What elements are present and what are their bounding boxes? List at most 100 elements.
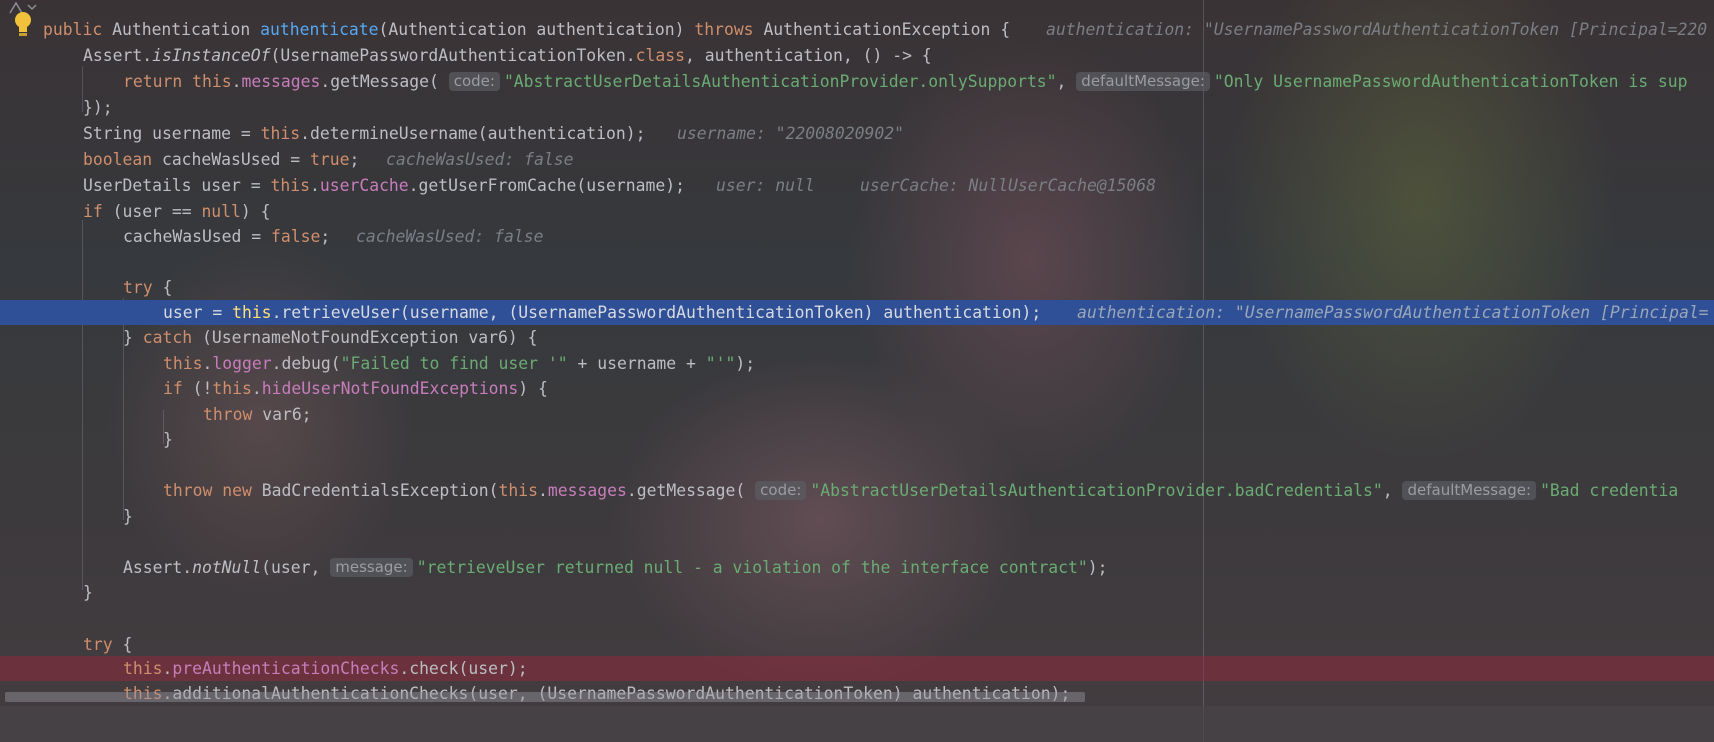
code-text: (Authentication authentication) xyxy=(378,20,685,39)
code-line-7[interactable]: UserDetails user = this.userCache.getUse… xyxy=(0,173,1714,198)
code-text: .check(user); xyxy=(399,659,528,678)
code-text: (user, xyxy=(261,558,321,577)
code-line-19[interactable]: Assert.notNull(user, message: "retrieveUs… xyxy=(0,555,1714,580)
keyword: false xyxy=(271,227,321,246)
code-text: }); xyxy=(83,98,113,117)
code-line-12[interactable]: } catch (UsernameNotFoundException var6)… xyxy=(0,325,1714,350)
keyword: null xyxy=(201,202,241,221)
code-text: ); xyxy=(1087,558,1108,577)
keyword: true xyxy=(309,150,350,169)
field-name: messages xyxy=(241,72,321,91)
keyword: new xyxy=(222,481,252,500)
code-line-4[interactable]: }); xyxy=(0,95,1714,120)
execution-point-line[interactable]: user = this.retrieveUser(username, (User… xyxy=(0,300,1714,325)
code-text: (UsernamePasswordAuthenticationToken. xyxy=(270,46,636,65)
code-line-21[interactable]: try { xyxy=(0,632,1714,657)
code-text: , xyxy=(1382,481,1393,500)
code-text: .getUserFromCache(username); xyxy=(408,176,685,195)
code-text: String username = xyxy=(83,124,261,143)
code-text: .debug( xyxy=(271,354,341,373)
code-line-6[interactable]: boolean cacheWasUsed = true; cacheWasUse… xyxy=(0,147,1714,172)
code-text: var6; xyxy=(252,405,312,424)
string-literal: "Only UsernamePasswordAuthenticationToke… xyxy=(1213,72,1688,91)
string-literal: "Bad credentia xyxy=(1540,481,1679,500)
code-line-2[interactable]: Assert.isInstanceOf(UsernamePasswordAuth… xyxy=(0,43,1714,68)
param-hint: defaultMessage: xyxy=(1076,72,1210,91)
bottom-panel-strip xyxy=(0,706,1714,742)
code-text: . xyxy=(538,481,548,500)
code-text: } xyxy=(123,328,143,347)
code-text: user = xyxy=(163,303,233,322)
code-text: .getMessage( xyxy=(626,481,746,500)
code-text: (UsernameNotFoundException var6) { xyxy=(192,328,538,347)
string-literal: "AbstractUserDetailsAuthenticationProvid… xyxy=(810,481,1383,500)
keyword: catch xyxy=(142,328,193,347)
inline-debug-value: cacheWasUsed: false xyxy=(386,150,574,169)
code-text: . xyxy=(251,379,262,398)
code-text: ) { xyxy=(240,202,271,221)
inline-debug-value: userCache: NullUserCache@15068 xyxy=(860,176,1157,195)
keyword: this xyxy=(212,379,252,398)
code-line-10[interactable]: try { xyxy=(0,275,1714,300)
code-line-14[interactable]: if (!this.hideUserNotFoundExceptions) { xyxy=(0,376,1714,401)
keyword: if xyxy=(163,379,183,398)
code-text: UserDetails user = xyxy=(83,176,271,195)
code-line-9[interactable]: cacheWasUsed = false; cacheWasUsed: fals… xyxy=(0,224,1714,249)
code-text: } xyxy=(123,507,133,526)
code-text: .retrieveUser(username, (UsernamePasswor… xyxy=(271,303,1042,322)
code-line-17[interactable]: throw new BadCredentialsException(this.m… xyxy=(0,478,1714,503)
method-name: notNull xyxy=(192,558,262,577)
keyword: throw xyxy=(203,405,253,424)
code-text: { xyxy=(152,278,173,297)
inline-debug-value: username: "22008020902" xyxy=(677,124,904,143)
keyword: return xyxy=(123,72,183,91)
code-text: . xyxy=(202,354,213,373)
param-hint: code: xyxy=(755,481,807,500)
code-line-16[interactable]: } xyxy=(0,427,1714,452)
keyword: class xyxy=(635,46,685,65)
code-text: ; xyxy=(349,150,360,169)
code-line-20[interactable]: } xyxy=(0,580,1714,605)
highlighted-error-line[interactable]: this.preAuthenticationChecks.check(user)… xyxy=(0,656,1714,681)
keyword: this xyxy=(498,481,539,500)
method-name: isInstanceOf xyxy=(152,46,271,65)
keyword: this xyxy=(232,303,272,322)
code-text: + username + xyxy=(567,354,706,373)
horizontal-scrollbar[interactable] xyxy=(5,692,1085,702)
param-hint: defaultMessage: xyxy=(1402,481,1537,500)
code-line-13[interactable]: this.logger.debug("Failed to find user '… xyxy=(0,351,1714,376)
code-text: BadCredentialsException( xyxy=(261,481,499,500)
code-line-18[interactable]: } xyxy=(0,504,1714,529)
string-literal: "'" xyxy=(705,354,736,373)
code-line-15[interactable]: throw var6; xyxy=(0,402,1714,427)
inline-debug-value: cacheWasUsed: false xyxy=(356,227,544,246)
code-text: . xyxy=(309,176,320,195)
field-name: logger xyxy=(212,354,272,373)
code-line-8[interactable]: if (user == null) { xyxy=(0,199,1714,224)
code-text: cacheWasUsed = xyxy=(123,227,272,246)
field-name: preAuthenticationChecks xyxy=(172,659,400,678)
keyword: if xyxy=(83,202,103,221)
field-name: messages xyxy=(547,481,627,500)
code-text: (! xyxy=(182,379,213,398)
code-text: AuthenticationException { xyxy=(763,20,1011,39)
code-editor[interactable]: public Authentication authenticate(Authe… xyxy=(0,0,1714,742)
code-text: Assert. xyxy=(83,46,153,65)
keyword: try xyxy=(123,278,153,297)
keyword: try xyxy=(83,635,113,654)
code-text: . xyxy=(231,72,242,91)
code-line-3[interactable]: return this.messages.getMessage( code: "A… xyxy=(0,69,1714,94)
inline-debug-value: user: null xyxy=(716,176,815,195)
keyword: this xyxy=(163,354,203,373)
code-line-1[interactable]: public Authentication authenticate(Authe… xyxy=(0,17,1714,42)
code-text: ) { xyxy=(518,379,548,398)
code-line-5[interactable]: String username = this.determineUsername… xyxy=(0,121,1714,146)
keyword: throw xyxy=(163,481,213,500)
inline-debug-value: authentication: "UsernamePasswordAuthent… xyxy=(1077,303,1709,322)
code-text: ); xyxy=(735,354,756,373)
inline-debug-value: authentication: "UsernamePasswordAuthent… xyxy=(1046,20,1708,39)
param-hint: message: xyxy=(330,558,413,577)
field-name: hideUserNotFoundExceptions xyxy=(261,379,519,398)
code-text: Assert. xyxy=(123,558,193,577)
keyword: public xyxy=(43,20,103,39)
